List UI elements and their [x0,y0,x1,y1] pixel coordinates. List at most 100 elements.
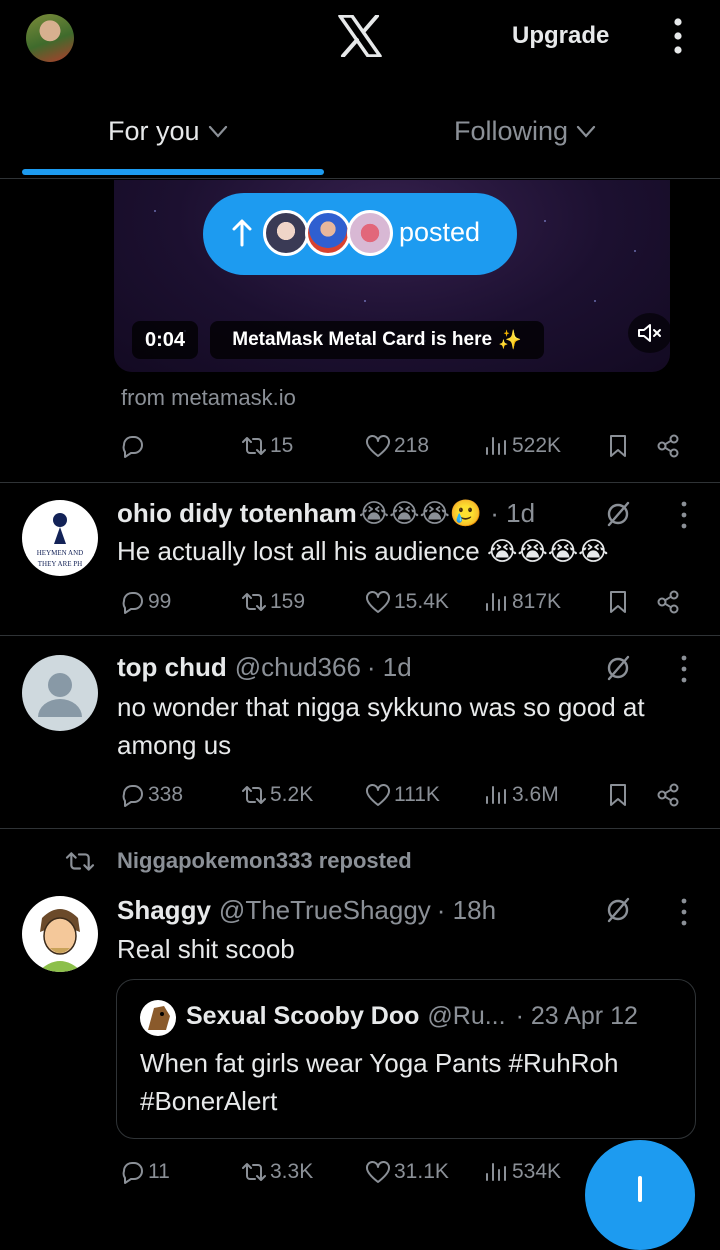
avatar [305,210,351,256]
bookmark-button[interactable] [604,588,632,616]
heart-icon [366,784,390,806]
avatar[interactable]: HEYMEN AND THEY ARE PH [22,500,98,576]
team-crest-icon: HEYMEN AND THEY ARE PH [26,513,94,568]
grok-icon[interactable] [603,653,633,683]
views-button[interactable]: 534K [482,1158,561,1186]
repost-icon [242,1163,266,1181]
tab-following[interactable]: Following [454,116,596,147]
new-posts-pill[interactable]: posted [203,193,517,275]
post-time[interactable]: · 1d [490,498,535,529]
quote-header: Sexual Scooby Doo @Ru... · 23 Apr 12 [186,1002,638,1031]
avatar [347,210,393,256]
repost-icon [242,593,266,611]
repost-count: 159 [270,590,306,613]
active-tab-indicator [22,169,324,175]
grok-icon[interactable] [603,895,633,925]
share-button[interactable] [654,588,682,616]
share-button[interactable] [654,432,682,460]
source-link[interactable]: from metamask.io [121,385,296,411]
mute-button[interactable] [628,313,672,353]
repost-button[interactable]: 3.3K [240,1158,313,1186]
post-time[interactable]: · 18h [437,895,496,926]
repost-button[interactable]: 159 [240,588,305,616]
heart-icon [366,591,390,613]
repost-count: 3.3K [270,1160,314,1183]
upgrade-button[interactable]: Upgrade [512,22,609,50]
views-icon [486,1163,506,1181]
views-button[interactable]: 3.6M [482,781,559,809]
video-time: 0:04 [132,321,198,359]
sparkles-icon: ✨ [498,330,522,351]
more-options-icon[interactable] [668,16,688,56]
repost-icon [242,437,266,455]
post-header: top chud @chud366 · 1d [117,652,412,683]
reply-button[interactable]: 99 [118,588,171,616]
views-button[interactable]: 817K [482,588,561,616]
bookmark-icon [610,784,626,806]
profile-avatar[interactable] [26,14,74,62]
avatar[interactable] [22,896,98,972]
heart-icon [366,1161,390,1183]
svg-text:THEY ARE PH: THEY ARE PH [38,560,82,568]
heart-icon [366,435,390,457]
post-text: He actually lost all his audience 😭😭😭😭 [117,536,609,566]
bookmark-button[interactable] [604,781,632,809]
more-options-icon[interactable] [679,897,689,927]
posted-label: posted [399,217,481,247]
share-icon [657,590,679,614]
like-count: 111K [394,783,440,806]
svg-text:HEYMEN AND: HEYMEN AND [37,549,83,557]
views-icon [486,437,506,455]
repost-button[interactable]: 5.2K [240,781,313,809]
like-button[interactable]: 31.1K [364,1158,449,1186]
plus-icon [638,1176,642,1202]
user-handle[interactable]: @TheTrueShaggy [219,895,431,926]
like-count: 31.1K [394,1160,449,1183]
bookmark-button[interactable] [604,432,632,460]
more-options-icon[interactable] [679,500,689,530]
repost-button[interactable]: 15 [240,432,293,460]
chevron-down-icon [576,125,596,138]
share-button[interactable] [654,781,682,809]
quote-time: · 23 Apr 12 [515,1002,638,1030]
like-count: 218 [394,434,430,457]
post-time[interactable]: · 1d [367,652,412,683]
like-button[interactable]: 111K [364,781,440,809]
grok-icon[interactable] [603,499,633,529]
views-button[interactable]: 522K [482,432,561,460]
repost-icon [242,786,266,804]
repost-count: 15 [270,434,294,457]
reply-button[interactable] [118,432,146,460]
dog-avatar-icon [148,1006,170,1030]
bookmark-icon [610,591,626,613]
quote-text: When fat girls wear Yoga Pants #RuhRoh #… [140,1048,619,1116]
x-logo-icon [338,15,382,57]
post-header: ohio didy totenham 😭😭😭🥲 · 1d [117,498,535,529]
name-emoji: 😭😭😭🥲 [358,498,483,528]
display-name[interactable]: top chud [117,652,227,683]
like-button[interactable]: 15.4K [364,588,449,616]
post-divider [0,828,720,829]
share-icon [657,434,679,458]
user-handle[interactable]: @chud366 [235,652,361,683]
display-name[interactable]: ohio didy totenham [117,498,357,529]
reply-button[interactable]: 338 [118,781,183,809]
display-name[interactable]: Shaggy [117,895,211,926]
cartoon-avatar-icon [38,909,82,972]
more-options-icon[interactable] [679,654,689,684]
like-button[interactable]: 218 [364,432,429,460]
avatar[interactable] [22,655,98,731]
tab-following-label: Following [454,116,569,146]
reply-icon [122,436,143,458]
like-count: 15.4K [394,590,449,613]
reply-button[interactable]: 11 [118,1158,170,1186]
compose-button[interactable] [585,1140,695,1250]
post-divider [0,635,720,636]
repost-icon [65,852,95,871]
quote-display-name: Sexual Scooby Doo [186,1002,420,1030]
reply-icon [122,785,143,807]
views-icon [486,593,506,611]
arrow-up-icon [232,219,252,247]
repost-context[interactable]: Niggapokemon333 reposted [117,848,412,874]
tab-for-you[interactable]: For you [108,116,228,147]
